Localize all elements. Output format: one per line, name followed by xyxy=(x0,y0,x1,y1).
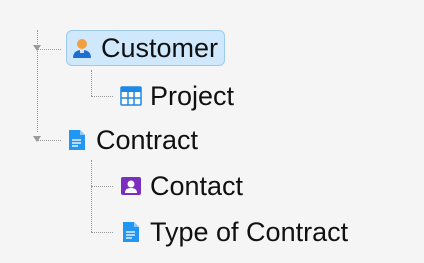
tree-node-label: Customer xyxy=(101,33,219,63)
tree-node-type-of-contract[interactable]: Type of Contract xyxy=(116,214,354,250)
tree-connector xyxy=(91,70,92,96)
expand-arrow-icon[interactable] xyxy=(33,136,41,142)
tree-node-label: Type of Contract xyxy=(150,217,349,247)
tree-node-customer[interactable]: Customer xyxy=(66,30,226,66)
tree-connector xyxy=(91,186,113,187)
tree-node-label: Contract xyxy=(96,125,199,155)
contact-card-icon xyxy=(121,177,141,195)
document-icon xyxy=(69,130,85,150)
tree-node-contract[interactable]: Contract xyxy=(62,122,204,158)
table-icon xyxy=(120,86,142,106)
expand-arrow-icon[interactable] xyxy=(33,45,41,51)
document-icon xyxy=(123,222,139,242)
tree-node-label: Project xyxy=(150,81,235,111)
tree-node-contact[interactable]: Contact xyxy=(116,168,249,204)
tree-connector xyxy=(91,160,92,232)
tree-node-project[interactable]: Project xyxy=(116,78,240,114)
tree-view: Customer Project Contract Contact Type o… xyxy=(0,0,424,263)
tree-node-label: Contact xyxy=(150,171,244,201)
person-icon xyxy=(73,39,91,58)
tree-connector xyxy=(91,96,113,97)
tree-connector xyxy=(91,232,113,233)
